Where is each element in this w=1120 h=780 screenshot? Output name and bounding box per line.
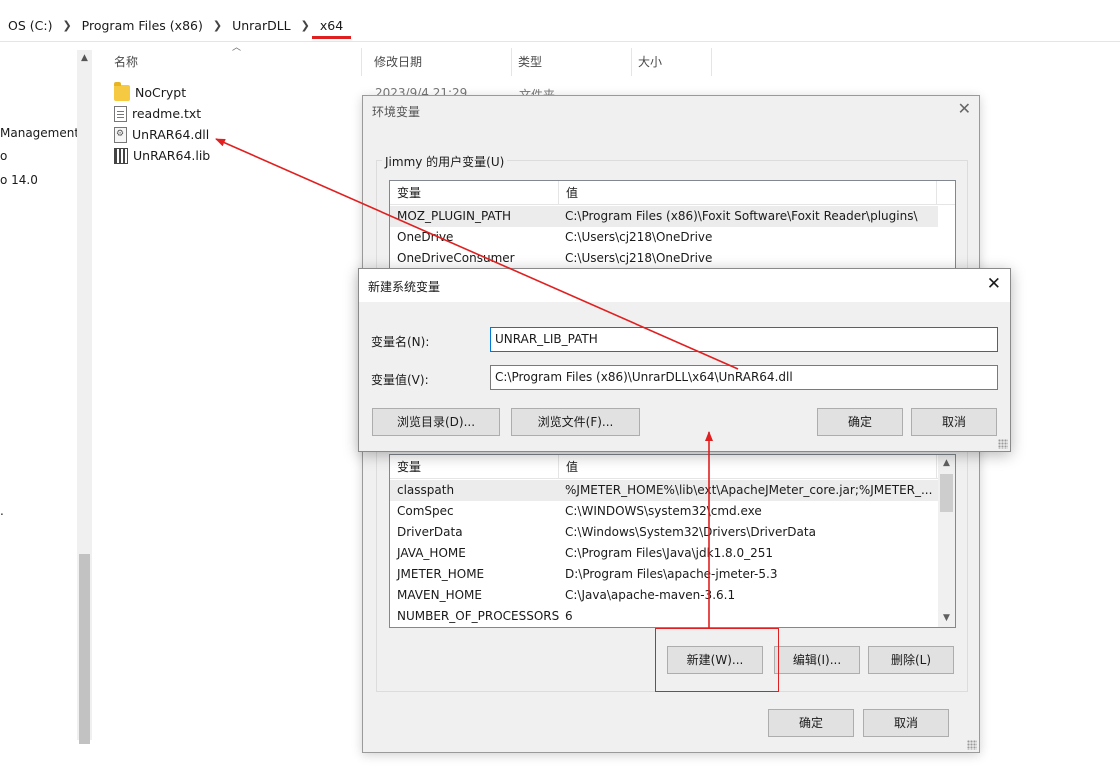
column-header-value[interactable]: 值 [559,455,937,479]
column-header-size[interactable]: 大小 [632,48,712,76]
variable-value-label: 变量值(V): [371,373,429,387]
file-name: UnRAR64.dll [132,127,210,142]
variable-name-input[interactable]: UNRAR_LIB_PATH [490,327,998,352]
breadcrumb-os-c[interactable]: OS (C:) [8,18,52,33]
close-icon[interactable]: ✕ [958,99,971,118]
scroll-down-icon[interactable]: ▼ [938,610,955,627]
column-header-name[interactable]: 名称 [108,48,362,76]
nav-scrollbar[interactable]: ▲ [77,50,92,744]
column-header-type[interactable]: 类型 [512,48,632,76]
chevron-right-icon: ❯ [212,19,223,32]
variable-value: C:\Java\apache-maven-3.6.1 [565,588,736,602]
dialog-title: 环境变量 [372,105,421,119]
ok-button[interactable]: 确定 [817,408,903,436]
variable-value: 6 [565,609,573,623]
variable-name: MAVEN_HOME [397,588,482,602]
new-button-highlight-box [655,628,779,692]
table-row[interactable]: NUMBER_OF_PROCESSORS 6 [390,606,938,627]
column-header-variable[interactable]: 变量 [390,455,559,479]
delete-system-variable-button[interactable]: 删除(L) [868,646,954,674]
variable-name: ComSpec [397,504,454,518]
variable-name: DriverData [397,525,463,539]
cancel-button[interactable]: 取消 [911,408,997,436]
nav-item-management[interactable]: Management [0,126,79,140]
folder-icon [114,81,130,101]
edit-system-variable-button[interactable]: 编辑(I)... [774,646,860,674]
variable-value: C:\WINDOWS\system32\cmd.exe [565,504,762,518]
table-row[interactable]: DriverData C:\Windows\System32\Drivers\D… [390,522,938,543]
variable-name: NUMBER_OF_PROCESSORS [397,609,560,623]
file-row-readme[interactable]: readme.txt [114,103,201,124]
table-row[interactable]: OneDriveConsumer C:\Users\cj218\OneDrive [390,248,938,269]
variable-value-input[interactable]: C:\Program Files (x86)\UnrarDLL\x64\UnRA… [490,365,998,390]
breadcrumb-x64[interactable]: x64 [311,18,352,39]
variable-name: MOZ_PLUGIN_PATH [397,209,512,223]
list-header: 变量 值 [390,455,955,479]
chevron-right-icon: ❯ [300,19,310,32]
user-variables-label: Jimmy 的用户变量(U) [382,153,508,170]
chevron-right-icon: ❯ [62,19,72,32]
scroll-up-icon[interactable]: ▲ [77,50,92,66]
file-name: NoCrypt [135,85,187,100]
ok-button[interactable]: 确定 [768,709,854,737]
variable-name: OneDriveConsumer [397,251,515,265]
variable-name: classpath [397,483,455,497]
table-row[interactable]: JAVA_HOME C:\Program Files\Java\jdk1.8.0… [390,543,938,564]
table-row[interactable]: MAVEN_HOME C:\Java\apache-maven-3.6.1 [390,585,938,606]
nav-scroll-thumb[interactable] [79,554,90,744]
file-name: UnRAR64.lib [133,148,211,163]
dll-file-icon [114,126,127,143]
file-row-nocrypt[interactable]: NoCrypt [114,81,187,103]
variable-value: D:\Program Files\apache-jmeter-5.3 [565,567,778,581]
address-bar[interactable]: OS (C:) ❯ Program Files (x86) ❯ UnrarDLL… [0,10,1120,42]
table-row[interactable]: OneDrive C:\Users\cj218\OneDrive [390,227,938,248]
system-list-scrollbar[interactable]: ▲ ▼ [938,455,955,627]
resize-grip-icon[interactable] [998,439,1008,449]
list-header: 变量 值 [390,181,955,205]
variable-value: C:\Users\cj218\OneDrive [565,230,713,244]
lib-file-icon [114,147,128,164]
browse-file-button[interactable]: 浏览文件(F)... [511,408,640,436]
variable-value: %JMETER_HOME%\lib\ext\ApacheJMeter_core.… [565,483,933,497]
nav-item-dot[interactable]: . [0,504,4,518]
scroll-thumb[interactable] [940,474,953,512]
column-header-date[interactable]: 修改日期 [368,48,512,76]
variable-name: JAVA_HOME [397,546,466,560]
variable-name: JMETER_HOME [397,567,485,581]
table-row[interactable]: JMETER_HOME D:\Program Files\apache-jmet… [390,564,938,585]
text-file-icon [114,105,127,122]
variable-value: C:\Users\cj218\OneDrive [565,251,713,265]
file-row-unrar64-lib[interactable]: UnRAR64.lib [114,145,210,166]
close-icon[interactable]: ✕ [987,274,1001,294]
variable-name: OneDrive [397,230,454,244]
system-variables-list[interactable]: 变量 值 classpath %JMETER_HOME%\lib\ext\Apa… [389,454,956,628]
new-system-variable-dialog: 新建系统变量 ✕ 变量名(N): UNRAR_LIB_PATH 变量值(V): … [358,268,1011,452]
breadcrumb-unrardll[interactable]: UnrarDLL [232,18,291,33]
file-name: readme.txt [132,106,202,121]
variable-value: C:\Program Files (x86)\Foxit Software\Fo… [565,209,918,223]
column-header-variable[interactable]: 变量 [390,181,559,205]
scroll-up-icon[interactable]: ▲ [938,455,955,472]
column-header-value[interactable]: 值 [559,181,937,205]
variable-name-label: 变量名(N): [371,335,430,349]
variable-value: C:\Windows\System32\Drivers\DriverData [565,525,816,539]
table-row[interactable]: MOZ_PLUGIN_PATH C:\Program Files (x86)\F… [390,206,938,227]
cancel-button[interactable]: 取消 [863,709,949,737]
variable-value: C:\Program Files\Java\jdk1.8.0_251 [565,546,774,560]
breadcrumb-program-files[interactable]: Program Files (x86) [82,18,203,33]
file-row-unrar64-dll[interactable]: UnRAR64.dll [114,124,209,145]
resize-grip-icon[interactable] [967,740,977,750]
dialog-title: 新建系统变量 [368,280,441,294]
dialog-titlebar[interactable]: 新建系统变量 ✕ [359,269,1010,302]
table-row[interactable]: ComSpec C:\WINDOWS\system32\cmd.exe [390,501,938,522]
browse-directory-button[interactable]: 浏览目录(D)... [372,408,500,436]
table-row[interactable]: classpath %JMETER_HOME%\lib\ext\ApacheJM… [390,480,938,501]
nav-item-o[interactable]: o [0,149,7,163]
nav-item-o-14[interactable]: o 14.0 [0,173,38,187]
